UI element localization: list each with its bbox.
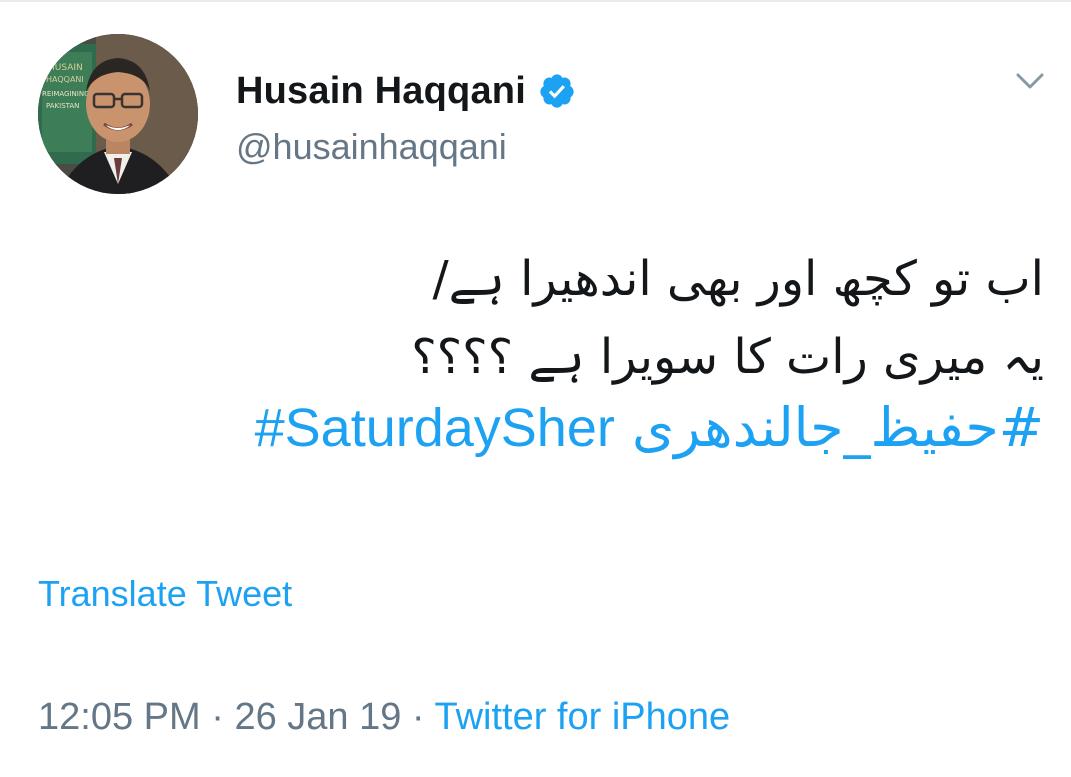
- tweet-date: 26 Jan 19: [234, 696, 402, 738]
- tweet-text: اب تو کچھ اور بھی اندھیرا ہے/ یہ میری را…: [120, 240, 1044, 464]
- tweet-meta: 12:05 PM · 26 Jan 19 · Twitter for iPhon…: [38, 696, 730, 739]
- tweet-time: 12:05 PM: [38, 696, 201, 738]
- tweet-card: HUSAIN HAQQANI REIMAGINING PAKISTAN Husa…: [0, 0, 1071, 777]
- tweet-line-1: اب تو کچھ اور بھی اندھیرا ہے/: [432, 251, 1044, 307]
- chevron-down-icon[interactable]: [1012, 62, 1048, 98]
- meta-separator-1: ·: [211, 696, 224, 738]
- hashtag-hafeez-jalandhari[interactable]: #حفیظ_جالندھری: [632, 396, 1044, 459]
- hashtag-row: #حفیظ_جالندھری #SaturdaySher: [120, 392, 1044, 464]
- translate-tweet-link[interactable]: Translate Tweet: [38, 573, 292, 615]
- author-handle[interactable]: @husainhaqqani: [236, 126, 507, 168]
- author-display-name[interactable]: Husain Haqqani: [236, 70, 526, 113]
- avatar-book-text-1: HUSAIN: [48, 63, 83, 73]
- avatar[interactable]: HUSAIN HAQQANI REIMAGINING PAKISTAN: [38, 34, 198, 194]
- meta-separator-2: ·: [411, 696, 425, 738]
- verified-badge-icon: [540, 74, 574, 108]
- avatar-book-text-2: HAQQANI: [46, 75, 84, 84]
- tweet-line-2: یہ میری رات کا سویرا ہے ؟؟؟؟: [411, 329, 1044, 385]
- tweet-source-link[interactable]: Twitter for iPhone: [434, 696, 730, 738]
- author-row: Husain Haqqani: [236, 66, 576, 116]
- avatar-book-text-3: REIMAGINING: [42, 90, 90, 98]
- top-divider: [0, 0, 1071, 2]
- hashtag-saturdaysher[interactable]: #SaturdaySher: [255, 398, 615, 458]
- avatar-photo: HUSAIN HAQQANI REIMAGINING PAKISTAN: [38, 34, 198, 194]
- avatar-book-text-4: PAKISTAN: [46, 102, 79, 110]
